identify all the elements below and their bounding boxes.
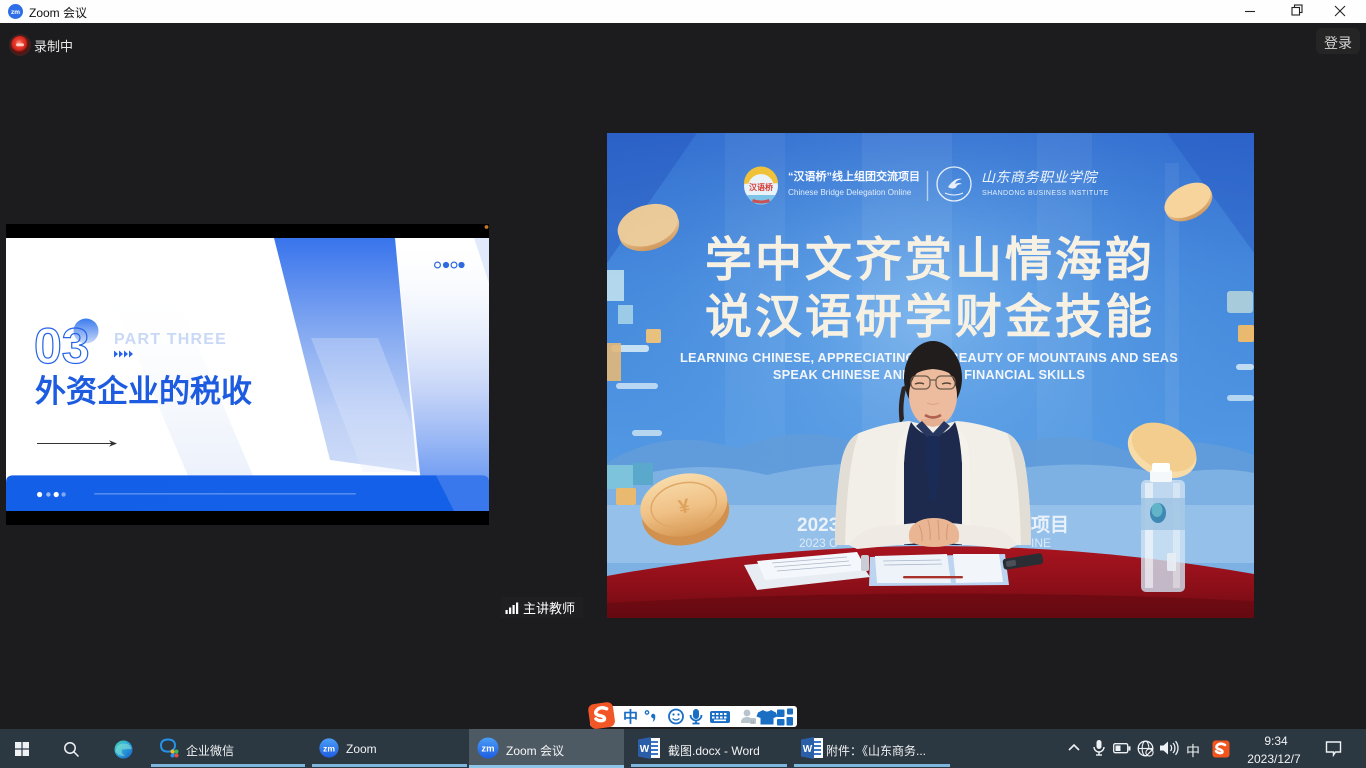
svg-text:PART THREE: PART THREE (114, 331, 227, 348)
svg-text:zm: zm (481, 744, 494, 755)
svg-text:W: W (640, 744, 650, 755)
svg-text:03: 03 (34, 318, 90, 374)
svg-text:学中文齐赏山情海韵: 学中文齐赏山情海韵 (705, 233, 1155, 286)
svg-text:zm: zm (323, 743, 335, 753)
svg-text:INE: INE (1031, 536, 1051, 550)
svg-text:SHANDONG BUSINESS INSTITUTE: SHANDONG BUSINESS INSTITUTE (982, 190, 1109, 197)
svg-text:zm: zm (11, 9, 20, 16)
svg-text:山东商务职业学院: 山东商务职业学院 (981, 169, 1098, 185)
svg-text:2023: 2023 (797, 515, 839, 536)
svg-text:项目: 项目 (1031, 514, 1069, 536)
svg-text:汉语桥: 汉语桥 (749, 182, 774, 192)
svg-text:u: u (751, 719, 754, 725)
svg-text:外资企业的税收: 外资企业的税收 (35, 374, 252, 409)
svg-text:“汉语桥”线上组团交流项目: “汉语桥”线上组团交流项目 (788, 169, 920, 183)
svg-text:2023 C: 2023 C (799, 536, 838, 550)
svg-text:Chinese Bridge Delegation Onli: Chinese Bridge Delegation Online (788, 188, 912, 197)
svg-text:中: 中 (623, 708, 638, 726)
svg-text:说汉语研学财金技能: 说汉语研学财金技能 (705, 290, 1155, 343)
svg-text:W: W (803, 744, 813, 755)
